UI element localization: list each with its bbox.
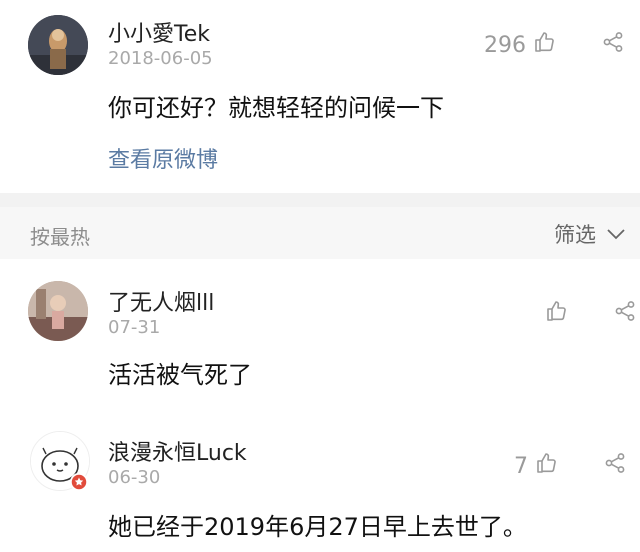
post-like-count: 296 bbox=[484, 32, 526, 58]
post-avatar-image bbox=[28, 15, 88, 75]
comment-username[interactable]: 了无人烟lll bbox=[108, 285, 214, 317]
post-username[interactable]: 小小愛Tek bbox=[108, 16, 210, 48]
filter-button[interactable]: 筛选 bbox=[554, 219, 626, 249]
comment-actions: 7 bbox=[514, 451, 626, 481]
comment-avatar[interactable] bbox=[28, 281, 88, 341]
comment-item: 了无人烟lll 07-31 活活被气死了 bbox=[0, 259, 640, 409]
sort-by-hot-button[interactable]: 按最热 bbox=[30, 221, 90, 250]
view-original-link[interactable]: 查看原微博 bbox=[108, 142, 218, 174]
comment-date: 07-31 bbox=[108, 317, 161, 338]
comment-like-count: 7 bbox=[514, 453, 528, 479]
post-date: 2018-06-05 bbox=[108, 48, 213, 69]
post-avatar[interactable] bbox=[28, 15, 88, 75]
comment-text: 她已经于2019年6月27日早上去世了。 bbox=[108, 513, 527, 541]
thumbs-up-icon[interactable] bbox=[544, 299, 568, 329]
comment-item: 浪漫永恒Luck 06-30 7 她已经于2019年6月27日早上去世了。 bbox=[0, 409, 640, 552]
comment-avatar-image bbox=[28, 281, 88, 341]
share-icon[interactable] bbox=[614, 300, 636, 328]
sort-bar: 按最热 筛选 bbox=[0, 207, 640, 259]
thumbs-up-icon[interactable] bbox=[534, 451, 558, 481]
comment-actions bbox=[538, 299, 636, 329]
verified-badge-icon bbox=[70, 473, 88, 491]
share-icon[interactable] bbox=[604, 452, 626, 480]
thumbs-up-icon[interactable] bbox=[532, 30, 556, 60]
chevron-down-icon bbox=[606, 222, 626, 246]
filter-label: 筛选 bbox=[554, 223, 596, 247]
original-post: 小小愛Tek 2018-06-05 296 你可还好？就想轻轻的问候一下 查看原… bbox=[0, 0, 640, 193]
section-divider bbox=[0, 193, 640, 207]
post-text: 你可还好？就想轻轻的问候一下 bbox=[108, 94, 444, 122]
comment-date: 06-30 bbox=[108, 467, 161, 488]
comment-text: 活活被气死了 bbox=[108, 361, 252, 389]
share-icon[interactable] bbox=[602, 31, 624, 59]
comment-username[interactable]: 浪漫永恒Luck bbox=[108, 435, 247, 467]
post-actions: 296 bbox=[484, 30, 624, 60]
